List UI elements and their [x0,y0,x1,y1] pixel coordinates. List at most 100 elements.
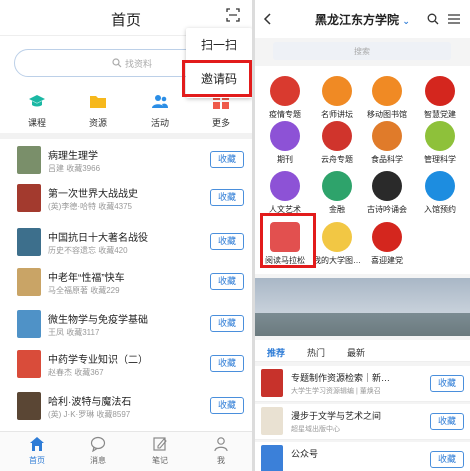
book-cover [17,268,41,296]
tab-home[interactable]: 首页 [17,436,57,466]
book-title: 中药学专业知识（二） [48,355,148,366]
tab-latest[interactable]: 最新 [347,346,365,359]
favorite-button[interactable]: 收藏 [210,233,244,250]
item-thumbnail [261,369,283,397]
tab-recommended[interactable]: 推荐 [267,346,285,359]
item-meta: 超星域出版中心 [291,426,340,433]
app-icon [372,76,402,106]
search-placeholder: 搜索 [354,47,370,56]
quick-more-label: 更多 [211,118,230,128]
book-meta: 王凤 收藏3117 [48,328,100,337]
tab-notes-label: 笔记 [152,456,168,465]
menu-item-scan[interactable]: 扫一扫 [186,36,252,53]
app-journal[interactable]: 期刊 [258,121,312,165]
app-label: 名师讲坛 [321,110,353,119]
book-title: 哈利·波特与魔法石 [48,397,132,408]
left-screen: 首页 找资料 课程 资源 活动 更多 病理生理学 吕建 收藏3966 收藏 第一… [0,0,252,471]
book-cover [17,184,41,212]
note-icon [153,437,167,451]
favorite-button[interactable]: 收藏 [210,273,244,290]
search-placeholder: 找资料 [125,59,153,69]
app-icon [270,171,300,201]
list-item[interactable]: 哈利·波特与魔法石 (英) J·K·罗琳 收藏8597 收藏 [0,392,252,426]
app-mobile-library[interactable]: 移动图书馆 [360,76,414,120]
scan-icon[interactable] [226,8,240,22]
book-cover [17,310,41,338]
book-title: 中国抗日十大著名战役 [48,233,148,244]
item-title: 专题制作资源检索｜新… [291,373,391,383]
highlight-invite-code [182,60,252,97]
book-cover [17,146,41,174]
favorite-button[interactable]: 收藏 [210,315,244,332]
quick-courses-label: 课程 [27,118,46,128]
app-label: 移动图书馆 [367,110,407,119]
tab-me[interactable]: 我 [201,436,241,466]
favorite-button[interactable]: 收藏 [430,375,464,392]
app-reservation[interactable]: 入馆预约 [413,171,467,215]
book-title: 第一次世界大战战史 [48,189,138,200]
item-title: 漫步于文学与艺术之间 [291,411,382,421]
app-label: 管理科学 [424,155,456,164]
quick-resources[interactable]: 资源 [75,92,121,129]
favorite-button[interactable]: 收藏 [210,397,244,414]
user-icon [214,437,228,452]
book-title: 微生物学与免疫学基础 [48,315,148,326]
favorite-button[interactable]: 收藏 [210,355,244,372]
item-title: 公众号 [291,449,319,459]
app-party-building[interactable]: 智慧党建 [413,76,467,120]
list-item[interactable]: 公众号 收藏 [255,442,470,471]
list-item[interactable]: 第一次世界大战战史 (英)李德·哈特 收藏4375 收藏 [0,184,252,218]
quick-courses[interactable]: 课程 [14,92,60,129]
app-management[interactable]: 管理科学 [413,121,467,165]
favorite-button[interactable]: 收藏 [210,151,244,168]
app-label: 云舟专题 [321,155,353,164]
app-label: 喜迎建党 [371,256,403,265]
list-item[interactable]: 漫步于文学与艺术之间 超星域出版中心 收藏 [255,404,470,440]
item-thumbnail [261,407,283,435]
top-bar: 黑龙江东方学院 ⌄ [255,0,470,38]
list-item[interactable]: 中药学专业知识（二） 赵春杰 收藏367 收藏 [0,350,252,384]
app-icon [322,76,352,106]
favorite-button[interactable]: 收藏 [430,413,464,430]
app-icon [322,121,352,151]
app-lecture[interactable]: 名师讲坛 [310,76,364,120]
folder-icon [90,96,106,108]
app-icon [270,121,300,151]
tab-messages[interactable]: 消息 [78,436,118,466]
app-yunzhou[interactable]: 云舟专题 [310,121,364,165]
app-epidemic[interactable]: 疫情专题 [258,76,312,120]
app-food-science[interactable]: 食品科学 [360,121,414,165]
search-icon[interactable] [427,13,439,25]
app-icon [322,171,352,201]
tab-messages-label: 消息 [90,456,106,465]
list-item[interactable]: 微生物学与免疫学基础 王凤 收藏3117 收藏 [0,310,252,344]
graduation-cap-icon [29,95,45,107]
favorite-button[interactable]: 收藏 [210,189,244,206]
list-item[interactable]: 中老年“性福”快车 马全福原著 收藏229 收藏 [0,268,252,302]
tab-me-label: 我 [217,456,225,465]
tab-popular[interactable]: 热门 [307,346,325,359]
book-meta: (英) J·K·罗琳 收藏8597 [48,410,131,419]
app-finance[interactable]: 金融 [310,171,364,215]
app-my-university[interactable]: 我的大学图… [310,222,364,266]
list-item[interactable]: 病理生理学 吕建 收藏3966 收藏 [0,146,252,180]
book-cover [17,392,41,420]
search-bar[interactable]: 搜索 [273,42,451,60]
quick-activities[interactable]: 活动 [137,92,183,129]
app-icon [372,121,402,151]
app-poetry[interactable]: 古诗吟诵会 [360,171,414,215]
chevron-down-icon: ⌄ [402,16,410,26]
list-item[interactable]: 中国抗日十大著名战役 历史不容遗忘 收藏420 收藏 [0,228,252,262]
bottom-tab-bar: 首页 消息 笔记 我 [0,431,252,471]
message-icon [90,436,106,452]
app-humanities[interactable]: 人文艺术 [258,171,312,215]
menu-icon[interactable] [448,14,460,24]
banner-image[interactable] [255,278,470,336]
quick-resources-label: 资源 [88,118,107,128]
favorite-button[interactable]: 收藏 [430,451,464,468]
list-item[interactable]: 专题制作资源检索｜新… 大学生学习资源辑编 | 董焕召 收藏 [255,366,470,402]
tab-notes[interactable]: 笔记 [140,436,180,466]
search-icon [112,58,122,68]
app-party-celebration[interactable]: 喜迎建党 [360,222,414,266]
divider [0,133,252,139]
